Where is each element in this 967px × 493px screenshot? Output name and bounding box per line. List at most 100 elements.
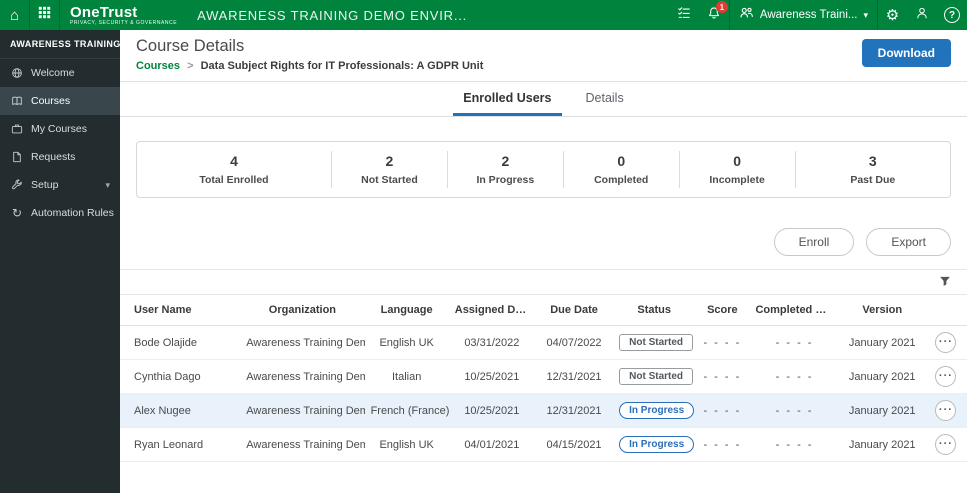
table-row[interactable]: Alex Nugee Awareness Training Demo French … — [120, 393, 967, 428]
export-button[interactable]: Export — [866, 228, 951, 256]
cell-organization: Awareness Training Demo — [240, 325, 365, 360]
stat-value: 0 — [617, 153, 626, 169]
stat-label: In Progress — [476, 174, 535, 186]
column-header-version[interactable]: Version — [839, 295, 925, 326]
sidebar-item-welcome[interactable]: Welcome — [0, 59, 120, 87]
column-header-organization[interactable]: Organization — [240, 295, 365, 326]
row-actions-button[interactable]: ··· — [935, 434, 957, 455]
stat-value: 0 — [733, 153, 742, 169]
column-header-due-date[interactable]: Due Date — [534, 295, 614, 326]
cell-organization: Awareness Training Demo — [240, 393, 365, 428]
breadcrumb-courses-link[interactable]: Courses — [136, 60, 180, 72]
stat-label: Completed — [594, 174, 649, 186]
help-icon: ? — [944, 7, 960, 23]
cell-completed-date: - - - - — [749, 427, 840, 462]
account-button[interactable] — [907, 0, 937, 30]
row-actions-button[interactable]: ··· — [935, 400, 957, 421]
stat-value: 3 — [868, 153, 877, 169]
cell-due-date: 04/15/2021 — [534, 427, 614, 462]
apps-button[interactable] — [30, 0, 60, 30]
sidebar-item-automation-rules[interactable]: ↻ Automation Rules — [0, 199, 120, 227]
cell-user-name: Ryan Leonard — [120, 427, 241, 462]
cell-assigned-date: 10/25/2021 — [448, 393, 535, 428]
cell-assigned-date: 04/01/2021 — [448, 427, 535, 462]
notifications-button[interactable]: 1 — [699, 0, 729, 30]
sidebar-item-courses[interactable]: Courses — [0, 87, 120, 115]
logo-tagline: PRIVACY, SECURITY & GOVERNANCE — [70, 19, 178, 26]
cell-completed-date: - - - - — [749, 325, 840, 360]
stat-label: Past Due — [850, 174, 896, 186]
users-icon — [739, 5, 754, 25]
logo-text: OneTrust — [70, 3, 138, 21]
cell-completed-date: - - - - — [749, 359, 840, 394]
sidebar-item-my-courses[interactable]: My Courses — [0, 115, 120, 143]
filter-icon — [939, 275, 951, 290]
cell-assigned-date: 10/25/2021 — [448, 359, 535, 394]
cell-user-name: Cynthia Dago — [120, 359, 241, 394]
home-icon: ⌂ — [9, 6, 20, 24]
automation-icon: ↻ — [11, 206, 23, 220]
enrolled-users-table: User Name Organization Language Assigned Da… — [120, 295, 967, 462]
cell-version: January 2021 — [839, 393, 925, 428]
cell-language: Italian — [364, 359, 449, 394]
sidebar-item-label: Welcome — [31, 67, 75, 79]
tab-enrolled-users[interactable]: Enrolled Users — [453, 82, 562, 116]
home-button[interactable]: ⌂ — [0, 0, 30, 30]
briefcase-icon — [10, 123, 24, 135]
status-badge: In Progress — [619, 402, 695, 419]
column-header-completed-date[interactable]: Completed Date — [749, 295, 840, 326]
filter-button[interactable] — [937, 273, 953, 292]
status-badge: Not Started — [619, 334, 694, 351]
cell-due-date: 12/31/2021 — [534, 393, 614, 428]
cell-score: - - - - — [695, 359, 750, 394]
tab-details[interactable]: Details — [576, 82, 634, 116]
table-header-row: User Name Organization Language Assigned Da… — [120, 295, 967, 326]
download-button[interactable]: Download — [861, 39, 951, 67]
main-content: Course Details Courses > Data Subject Ri… — [120, 30, 967, 493]
sidebar-item-label: Requests — [31, 151, 76, 163]
stat-total-enrolled: 4 Total Enrolled — [137, 151, 331, 188]
cell-version: January 2021 — [839, 427, 925, 462]
column-header-user-name[interactable]: User Name — [120, 295, 241, 326]
status-badge: Not Started — [619, 368, 694, 385]
wrench-icon — [10, 179, 24, 191]
cell-language: French (France) — [364, 393, 449, 428]
stat-label: Not Started — [361, 174, 418, 186]
globe-icon — [10, 67, 24, 79]
cell-due-date: 12/31/2021 — [534, 359, 614, 394]
notification-badge: 1 — [715, 1, 728, 13]
table-row[interactable]: Ryan Leonard Awareness Training Demo Engli… — [120, 427, 967, 462]
cell-status: Not Started — [613, 325, 696, 360]
enroll-button[interactable]: Enroll — [773, 228, 855, 256]
status-badge: In Progress — [619, 436, 695, 453]
tab-bar: Enrolled Users Details — [120, 82, 967, 117]
sidebar-item-label: Courses — [31, 95, 71, 107]
stat-not-started: 2 Not Started — [331, 151, 447, 188]
sidebar-item-label: My Courses — [31, 123, 88, 135]
breadcrumb-current: Data Subject Rights for IT Professionals… — [200, 60, 484, 72]
table-row[interactable]: Cynthia Dago Awareness Training Demo Itali… — [120, 359, 967, 394]
cell-score: - - - - — [695, 325, 750, 360]
column-header-score[interactable]: Score — [695, 295, 750, 326]
sidebar-items: Welcome Courses My Courses Requests Setup ▾ ↻ A… — [0, 59, 120, 227]
stat-value: 2 — [385, 153, 394, 169]
column-header-language[interactable]: Language — [364, 295, 449, 326]
row-actions-button[interactable]: ··· — [935, 332, 957, 353]
stat-completed: 0 Completed — [562, 151, 679, 188]
environment-title: AWARENESS TRAINING DEMO ENVIR... — [197, 7, 468, 23]
settings-button[interactable]: ⚙ — [877, 0, 907, 30]
cell-status: In Progress — [613, 427, 696, 462]
person-icon — [915, 6, 929, 25]
cell-score: - - - - — [695, 393, 750, 428]
sidebar-item-requests[interactable]: Requests — [0, 143, 120, 171]
row-actions-button[interactable]: ··· — [935, 366, 957, 387]
sidebar-item-setup[interactable]: Setup ▾ — [0, 171, 120, 199]
column-header-status[interactable]: Status — [613, 295, 696, 326]
table-row[interactable]: Bode Olajide Awareness Training Demo Engli… — [120, 325, 967, 360]
org-selector[interactable]: Awareness Traini... ▾ — [728, 0, 877, 30]
cell-actions: ··· — [924, 427, 967, 462]
table-body: Bode Olajide Awareness Training Demo Engli… — [120, 325, 967, 462]
help-button[interactable]: ? — [937, 0, 967, 30]
tasks-button[interactable] — [669, 0, 699, 30]
column-header-assigned-date[interactable]: Assigned Date — [448, 295, 535, 326]
